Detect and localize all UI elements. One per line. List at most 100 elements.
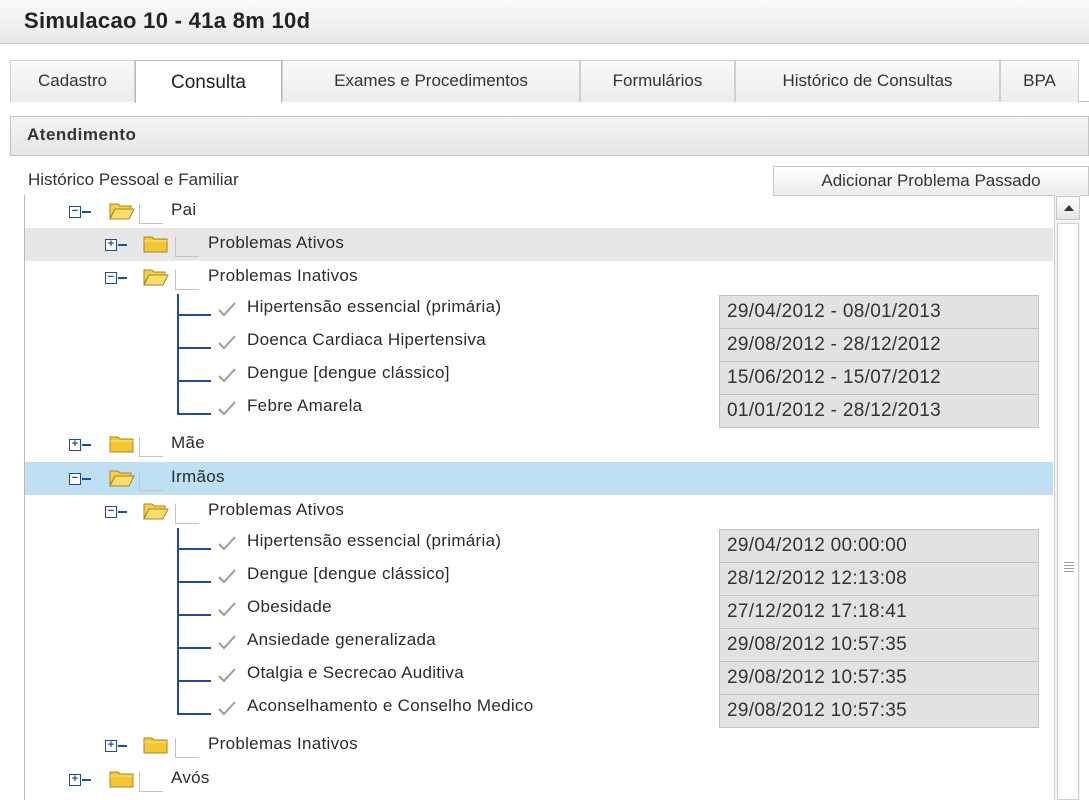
expand-icon[interactable]: + bbox=[69, 774, 81, 786]
tree-label-pai: Pai bbox=[171, 200, 197, 219]
tree-connector bbox=[118, 277, 127, 279]
check-icon[interactable] bbox=[215, 665, 239, 685]
family-history-tree: − Pai + Problemas Ativos − Problemas Ina… bbox=[24, 195, 1054, 800]
folder-closed-icon bbox=[143, 736, 169, 754]
check-icon[interactable] bbox=[215, 566, 239, 586]
expand-icon[interactable]: + bbox=[105, 239, 117, 251]
check-icon[interactable] bbox=[215, 365, 239, 385]
tree-line bbox=[177, 614, 211, 616]
folder-open-icon bbox=[109, 469, 135, 487]
tree-node-pai[interactable]: − Pai bbox=[25, 195, 1053, 228]
problem-date: 29/08/2012 - 28/12/2012 bbox=[719, 328, 1039, 362]
tree-connector bbox=[82, 478, 91, 480]
tree-checkbox[interactable] bbox=[175, 237, 199, 257]
expand-icon[interactable]: + bbox=[105, 740, 117, 752]
folder-open-icon bbox=[109, 202, 135, 220]
expand-icon[interactable]: + bbox=[69, 439, 81, 451]
tree-connector bbox=[118, 244, 127, 246]
folder-closed-icon bbox=[109, 770, 135, 788]
add-past-problem-button[interactable]: Adicionar Problema Passado bbox=[773, 166, 1089, 196]
problem-label: Otalgia e Secrecao Auditiva bbox=[247, 663, 464, 682]
tree-label-irmaos: Irmãos bbox=[171, 467, 225, 486]
tree-connector bbox=[82, 779, 91, 781]
check-icon[interactable] bbox=[215, 299, 239, 319]
tree-checkbox[interactable] bbox=[139, 471, 163, 491]
tree-line bbox=[177, 380, 211, 382]
scroll-thumb[interactable] bbox=[1057, 223, 1079, 800]
folder-open-icon bbox=[143, 502, 169, 520]
tab-formularios[interactable]: Formulários bbox=[580, 60, 735, 102]
tree-checkbox[interactable] bbox=[175, 738, 199, 758]
problem-label: Ansiedade generalizada bbox=[247, 630, 437, 649]
problem-date: 29/08/2012 10:57:35 bbox=[719, 661, 1039, 695]
check-icon[interactable] bbox=[215, 533, 239, 553]
check-icon[interactable] bbox=[215, 698, 239, 718]
tab-exames-procedimentos[interactable]: Exames e Procedimentos bbox=[282, 60, 580, 102]
tree-checkbox[interactable] bbox=[139, 204, 163, 224]
window-title: Simulacao 10 - 41a 8m 10d bbox=[0, 0, 1089, 44]
collapse-icon[interactable]: − bbox=[69, 473, 81, 485]
tree-checkbox[interactable] bbox=[139, 437, 163, 457]
problem-date: 01/01/2012 - 28/12/2013 bbox=[719, 394, 1039, 428]
problem-label: Hipertensão essencial (primária) bbox=[247, 531, 502, 550]
grip-line bbox=[1064, 562, 1074, 563]
tree-connector bbox=[118, 745, 127, 747]
tree-checkbox[interactable] bbox=[139, 772, 163, 792]
tree-line bbox=[177, 314, 211, 316]
collapse-icon[interactable]: − bbox=[105, 506, 117, 518]
tab-historico-consultas[interactable]: Histórico de Consultas bbox=[735, 60, 1000, 102]
tree-line bbox=[177, 347, 211, 349]
tab-cadastro[interactable]: Cadastro bbox=[10, 60, 135, 102]
collapse-icon[interactable]: − bbox=[69, 206, 81, 218]
tree-node-pai-ativos[interactable]: + Problemas Ativos bbox=[25, 228, 1053, 261]
tree-node-irmaos-inativos[interactable]: + Problemas Inativos bbox=[25, 729, 1053, 762]
tree-line bbox=[177, 680, 211, 682]
tree-connector bbox=[82, 444, 91, 446]
problem-label: Hipertensão essencial (primária) bbox=[247, 297, 502, 316]
tree-checkbox[interactable] bbox=[175, 270, 199, 290]
problem-date: 15/06/2012 - 15/07/2012 bbox=[719, 361, 1039, 395]
problem-label: Obesidade bbox=[247, 597, 332, 616]
problem-date: 27/12/2012 17:18:41 bbox=[719, 595, 1039, 629]
tab-bar: Cadastro Consulta Exames e Procedimentos… bbox=[10, 60, 1089, 103]
grip-line bbox=[1064, 568, 1074, 569]
tree-connector bbox=[118, 511, 127, 513]
tree-line bbox=[177, 581, 211, 583]
tree-label-problemas-inativos: Problemas Inativos bbox=[208, 734, 358, 753]
problem-date: 29/04/2012 00:00:00 bbox=[719, 529, 1039, 563]
check-icon[interactable] bbox=[215, 632, 239, 652]
problem-label: Dengue [dengue clássico] bbox=[247, 363, 450, 382]
tree-node-irmaos[interactable]: − Irmãos bbox=[25, 462, 1053, 495]
tree-connector bbox=[82, 211, 91, 213]
problem-date: 29/04/2012 - 08/01/2013 bbox=[719, 295, 1039, 329]
tree-line bbox=[177, 294, 179, 414]
tree-node-irmaos-ativos[interactable]: − Problemas Ativos bbox=[25, 495, 1053, 528]
section-atendimento: Atendimento bbox=[10, 116, 1089, 156]
tree-checkbox[interactable] bbox=[175, 504, 199, 524]
collapse-icon[interactable]: − bbox=[105, 272, 117, 284]
tree-scrollbar[interactable] bbox=[1054, 195, 1080, 800]
tree-node-avos[interactable]: + Avós bbox=[25, 763, 1053, 796]
problem-label: Doenca Cardiaca Hipertensiva bbox=[247, 330, 486, 349]
check-icon[interactable] bbox=[215, 599, 239, 619]
tree-label-mae: Mãe bbox=[171, 433, 205, 452]
check-icon[interactable] bbox=[215, 332, 239, 352]
tree-line bbox=[177, 413, 211, 415]
problem-date: 29/08/2012 10:57:35 bbox=[719, 694, 1039, 728]
history-heading: Histórico Pessoal e Familiar bbox=[28, 170, 239, 189]
grip-line bbox=[1064, 565, 1074, 566]
scroll-up-arrow-icon[interactable] bbox=[1056, 196, 1080, 220]
tree-label-avos: Avós bbox=[171, 768, 210, 787]
tree-node-pai-inativos[interactable]: − Problemas Inativos bbox=[25, 261, 1053, 294]
tab-bpa[interactable]: BPA bbox=[1000, 60, 1079, 102]
tree-line bbox=[177, 647, 211, 649]
tree-line bbox=[177, 548, 211, 550]
problem-date: 29/08/2012 10:57:35 bbox=[719, 628, 1039, 662]
check-icon[interactable] bbox=[215, 398, 239, 418]
tree-label-problemas-inativos: Problemas Inativos bbox=[208, 266, 358, 285]
folder-closed-icon bbox=[143, 235, 169, 253]
grip-line bbox=[1064, 571, 1074, 572]
tree-node-mae[interactable]: + Mãe bbox=[25, 428, 1053, 461]
tab-consulta[interactable]: Consulta bbox=[135, 60, 282, 103]
tree-line bbox=[177, 528, 179, 715]
